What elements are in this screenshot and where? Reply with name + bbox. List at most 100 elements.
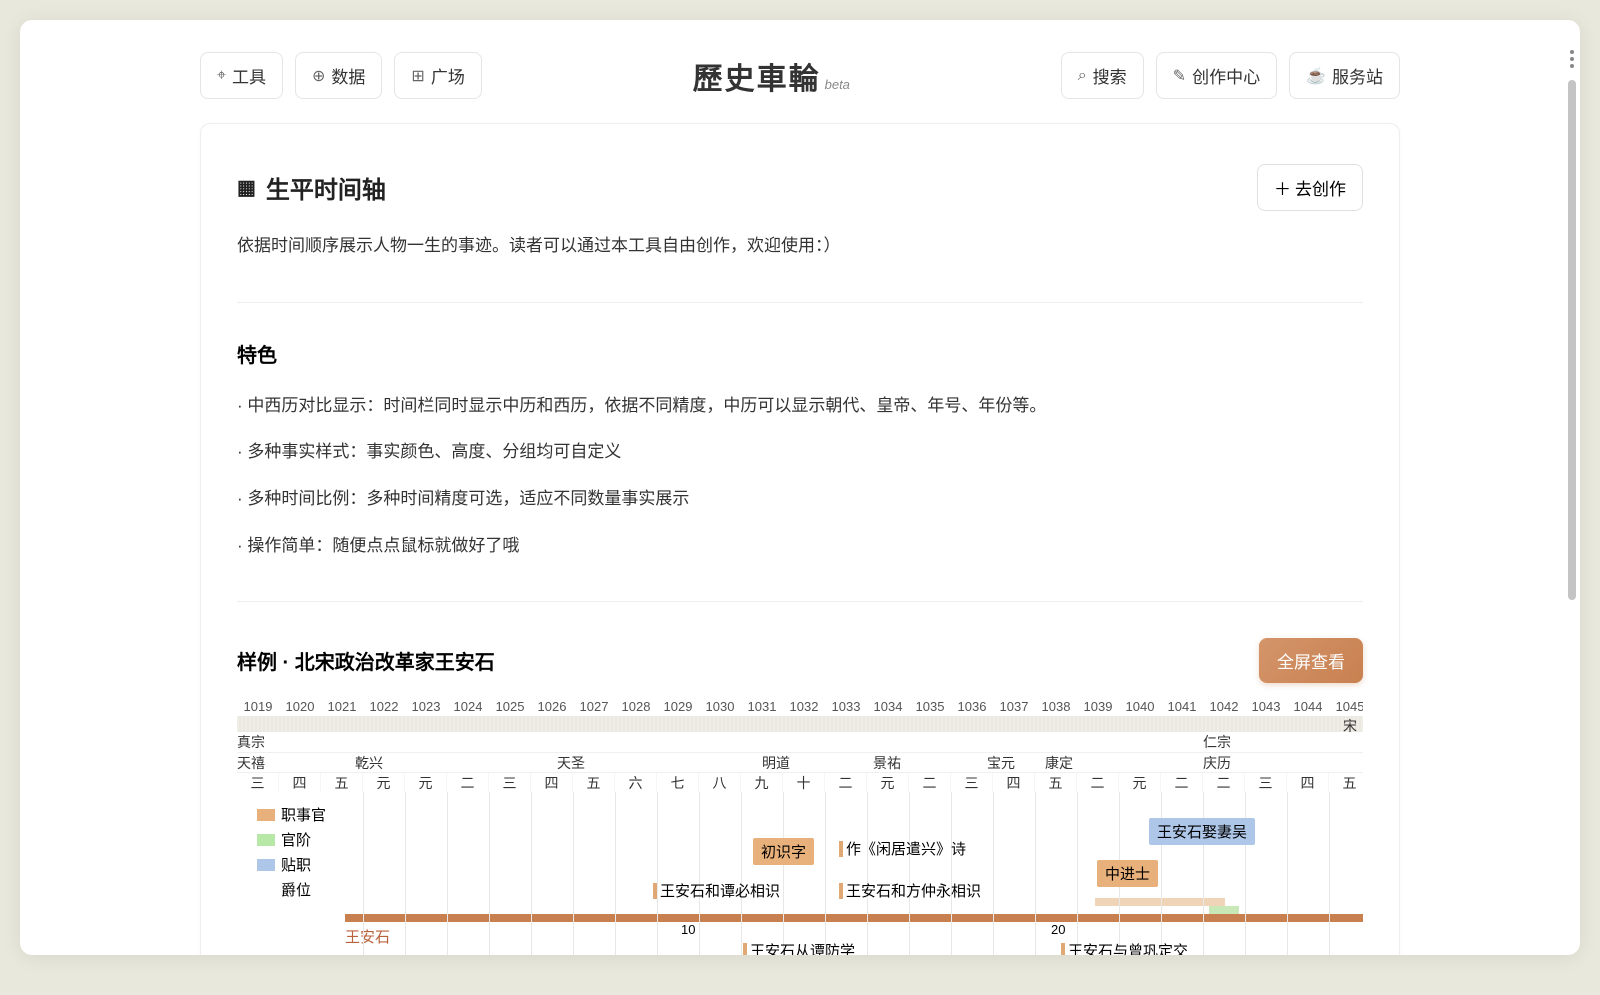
gridline bbox=[1329, 792, 1330, 955]
timeline-event-box[interactable]: 王安石娶妻吴 bbox=[1149, 818, 1255, 845]
ordinal-label: 三 bbox=[1245, 773, 1287, 792]
browser-menu-dots bbox=[1570, 50, 1574, 68]
year-label: 1040 bbox=[1119, 699, 1161, 714]
plus-icon: ＋ bbox=[1274, 175, 1291, 200]
year-label: 1044 bbox=[1287, 699, 1329, 714]
gridline bbox=[783, 792, 784, 955]
ordinal-label: 四 bbox=[993, 773, 1035, 792]
legend-swatch bbox=[257, 809, 275, 821]
era-label: 景祐 bbox=[873, 753, 901, 773]
year-label: 1033 bbox=[825, 699, 867, 714]
ordinal-label: 八 bbox=[699, 773, 741, 792]
ordinal-row: 三四五元元二三四五六七八九十二元二三四五二元二二三四五 bbox=[237, 772, 1363, 792]
feature-item: 多种事实样式：事实颜色、高度、分组均可自定义 bbox=[237, 438, 1363, 467]
ordinal-label: 元 bbox=[363, 773, 405, 792]
event-label: 王安石和方仲永相识 bbox=[846, 880, 981, 901]
timeline-event[interactable]: 王安石从谭防学 bbox=[743, 940, 855, 955]
nav-service-icon: ☕ bbox=[1306, 66, 1326, 86]
ordinal-label: 元 bbox=[867, 773, 909, 792]
year-label: 1019 bbox=[237, 699, 279, 714]
nav-service-label: 服务站 bbox=[1332, 63, 1383, 88]
gridline bbox=[615, 792, 616, 955]
ruler-band: 宋 bbox=[237, 716, 1363, 732]
feature-item: 操作简单：随便点点鼠标就做好了哦 bbox=[237, 532, 1363, 561]
year-label: 1027 bbox=[573, 699, 615, 714]
legend-label: 贴职 bbox=[281, 854, 311, 875]
timeline[interactable]: 1019102010211022102310241025102610271028… bbox=[237, 699, 1363, 955]
create-button-label: 去创作 bbox=[1295, 175, 1346, 200]
timeline-event[interactable]: 作《闲居遣兴》诗 bbox=[839, 838, 966, 859]
nav-plaza[interactable]: ⊞广场 bbox=[394, 52, 481, 99]
nav-plaza-label: 广场 bbox=[431, 63, 465, 88]
gridline bbox=[573, 792, 574, 955]
year-label: 1043 bbox=[1245, 699, 1287, 714]
legend-item: 官阶 bbox=[257, 829, 326, 850]
gridline bbox=[699, 792, 700, 955]
legend-item: 职事官 bbox=[257, 804, 326, 825]
gridline bbox=[1287, 792, 1288, 955]
ordinal-label: 七 bbox=[657, 773, 699, 792]
timeline-event[interactable]: 王安石与曾巩定交 bbox=[1061, 940, 1188, 955]
ordinal-label: 二 bbox=[1077, 773, 1119, 792]
timeline-event-box[interactable]: 中进士 bbox=[1097, 860, 1158, 887]
year-label: 1020 bbox=[279, 699, 321, 714]
header: ⌖工具 ⊕数据 ⊞广场 歷史車輪 beta ⌕搜索 ✎创作中心 ☕ 服务站 bbox=[20, 20, 1580, 123]
year-label: 1041 bbox=[1161, 699, 1203, 714]
ordinal-label: 三 bbox=[951, 773, 993, 792]
ordinal-label: 二 bbox=[909, 773, 951, 792]
year-label: 1035 bbox=[909, 699, 951, 714]
gridline bbox=[1203, 792, 1204, 955]
legend-swatch bbox=[257, 859, 275, 871]
fullscreen-button[interactable]: 全屏查看 bbox=[1259, 638, 1363, 683]
nav-service[interactable]: ☕ 服务站 bbox=[1289, 52, 1400, 99]
emperor-row: 真宗仁宗 bbox=[237, 732, 1363, 752]
year-label: 1037 bbox=[993, 699, 1035, 714]
ordinal-label: 元 bbox=[1119, 773, 1161, 792]
timeline-event[interactable]: 王安石和谭必相识 bbox=[653, 880, 780, 901]
nav-create-center-label: 创作中心 bbox=[1192, 63, 1260, 88]
year-label: 1045 bbox=[1329, 699, 1363, 714]
ordinal-label: 二 bbox=[447, 773, 489, 792]
era-label: 康定 bbox=[1045, 753, 1073, 773]
gridline bbox=[657, 792, 658, 955]
gridline bbox=[909, 792, 910, 955]
scrollbar[interactable] bbox=[1568, 80, 1576, 935]
nav-tools[interactable]: ⌖工具 bbox=[200, 52, 283, 99]
nav-create-center[interactable]: ✎创作中心 bbox=[1156, 52, 1277, 99]
year-label: 1034 bbox=[867, 699, 909, 714]
timeline-event-box[interactable]: 初识字 bbox=[753, 838, 814, 865]
nav-data-icon: ⊕ bbox=[312, 66, 325, 86]
year-label: 1036 bbox=[951, 699, 993, 714]
gridline bbox=[867, 792, 868, 955]
gridline bbox=[1077, 792, 1078, 955]
event-tick-icon bbox=[743, 943, 747, 955]
age-marker-20: 20 bbox=[1051, 922, 1065, 937]
gridline bbox=[1161, 792, 1162, 955]
nav-tools-icon: ⌖ bbox=[217, 67, 226, 85]
logo[interactable]: 歷史車輪 beta bbox=[693, 54, 850, 98]
event-label: 王安石和谭必相识 bbox=[660, 880, 780, 901]
nav-data[interactable]: ⊕数据 bbox=[295, 52, 382, 99]
year-label: 1021 bbox=[321, 699, 363, 714]
divider bbox=[237, 302, 1363, 303]
ordinal-label: 四 bbox=[531, 773, 573, 792]
content-card: ▦ 生平时间轴 ＋ 去创作 依据时间顺序展示人物一生的事迹。读者可以通过本工具自… bbox=[200, 123, 1400, 955]
emperor-label: 真宗 bbox=[237, 732, 265, 752]
event-tick-icon bbox=[1061, 943, 1065, 955]
gridline bbox=[741, 792, 742, 955]
event-label: 王安石从谭防学 bbox=[750, 940, 855, 955]
year-label: 1042 bbox=[1203, 699, 1245, 714]
ordinal-label: 二 bbox=[1161, 773, 1203, 792]
timeline-body: 职事官官阶贴职爵位 王安石 10 20 初识字中进士王安石娶妻吴作《闲居遣兴》诗… bbox=[237, 792, 1363, 955]
create-button[interactable]: ＋ 去创作 bbox=[1257, 164, 1363, 211]
timeline-event[interactable]: 王安石和方仲永相识 bbox=[839, 880, 981, 901]
legend-swatch bbox=[257, 884, 275, 896]
era-label: 宝元 bbox=[987, 753, 1015, 773]
nav-search-icon: ⌕ bbox=[1078, 67, 1087, 85]
event-tick-icon bbox=[653, 883, 657, 899]
gridline bbox=[1035, 792, 1036, 955]
nav-search[interactable]: ⌕搜索 bbox=[1061, 52, 1144, 99]
year-label: 1031 bbox=[741, 699, 783, 714]
page-title-text: 生平时间轴 bbox=[266, 170, 386, 205]
legend-label: 职事官 bbox=[281, 804, 326, 825]
